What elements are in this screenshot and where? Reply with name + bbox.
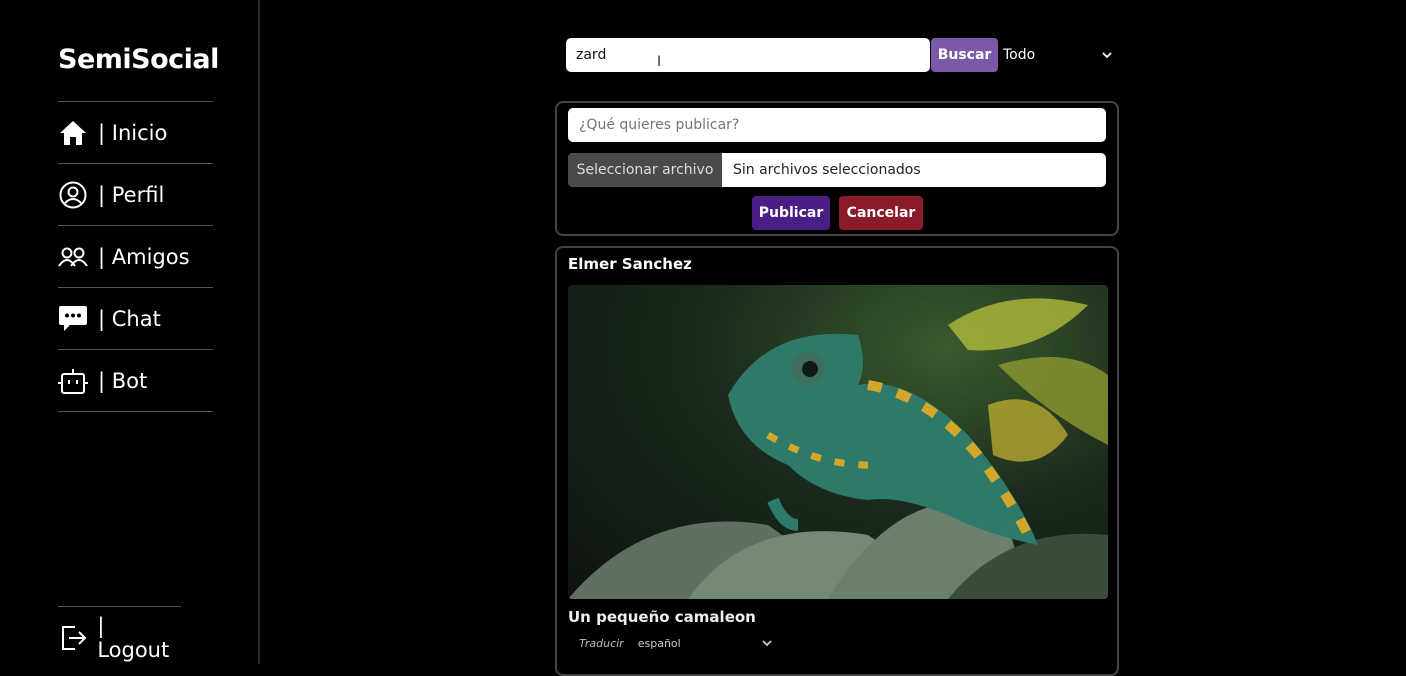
logout-icon: [58, 623, 87, 653]
chevron-down-icon: [761, 637, 773, 650]
sidebar-item-perfil[interactable]: | Perfil: [58, 163, 213, 225]
search-button[interactable]: Buscar: [931, 38, 998, 72]
sidebar-item-label: | Chat: [98, 306, 161, 331]
sidebar: SemiSocial | Inicio | Perfil | Amigos | …: [0, 0, 260, 664]
filter-select-value: Todo: [1003, 47, 1036, 63]
sidebar-item-amigos[interactable]: | Amigos: [58, 225, 213, 287]
post-composer: Seleccionar archivo Sin archivos selecci…: [555, 101, 1119, 236]
filter-select[interactable]: Todo: [1003, 38, 1113, 72]
users-icon: [58, 242, 88, 272]
post-caption: Un pequeño camaleon: [568, 608, 756, 626]
file-status: Sin archivos seleccionados: [733, 162, 921, 178]
sidebar-item-label: | Inicio: [98, 120, 168, 145]
logout-label: | Logout: [97, 614, 170, 662]
sidebar-item-inicio[interactable]: | Inicio: [58, 101, 213, 163]
sidebar-item-label: | Perfil: [98, 182, 165, 207]
search-input[interactable]: [566, 38, 930, 72]
post-author: Elmer Sanchez: [568, 255, 692, 273]
translate-row: Traducir español: [579, 637, 773, 650]
select-file-button[interactable]: Seleccionar archivo: [568, 153, 722, 187]
post-image: [568, 285, 1108, 599]
robot-icon: [58, 366, 88, 396]
sidebar-nav: | Inicio | Perfil | Amigos | Chat | Bot: [58, 101, 213, 412]
cancel-button[interactable]: Cancelar: [839, 196, 923, 230]
brand-logo: SemiSocial: [58, 44, 219, 75]
translate-label: Traducir: [579, 637, 624, 650]
logout-button[interactable]: | Logout: [58, 606, 181, 669]
publish-button[interactable]: Publicar: [752, 196, 830, 230]
file-picker[interactable]: Seleccionar archivo Sin archivos selecci…: [568, 153, 1106, 187]
language-select[interactable]: español: [638, 637, 773, 650]
text-cursor-icon: I: [657, 54, 662, 70]
sidebar-item-label: | Bot: [98, 368, 148, 393]
home-icon: [58, 118, 88, 148]
sidebar-item-label: | Amigos: [98, 244, 190, 269]
language-select-value: español: [637, 637, 681, 650]
post-text-input[interactable]: [568, 108, 1106, 142]
user-circle-icon: [58, 180, 88, 210]
chevron-down-icon: [1101, 47, 1113, 63]
chat-bubble-icon: [58, 304, 88, 334]
post-card: Elmer Sanchez Un pequeño camaleon Traduc…: [555, 246, 1119, 676]
sidebar-item-chat[interactable]: | Chat: [58, 287, 213, 349]
sidebar-item-bot[interactable]: | Bot: [58, 349, 213, 412]
